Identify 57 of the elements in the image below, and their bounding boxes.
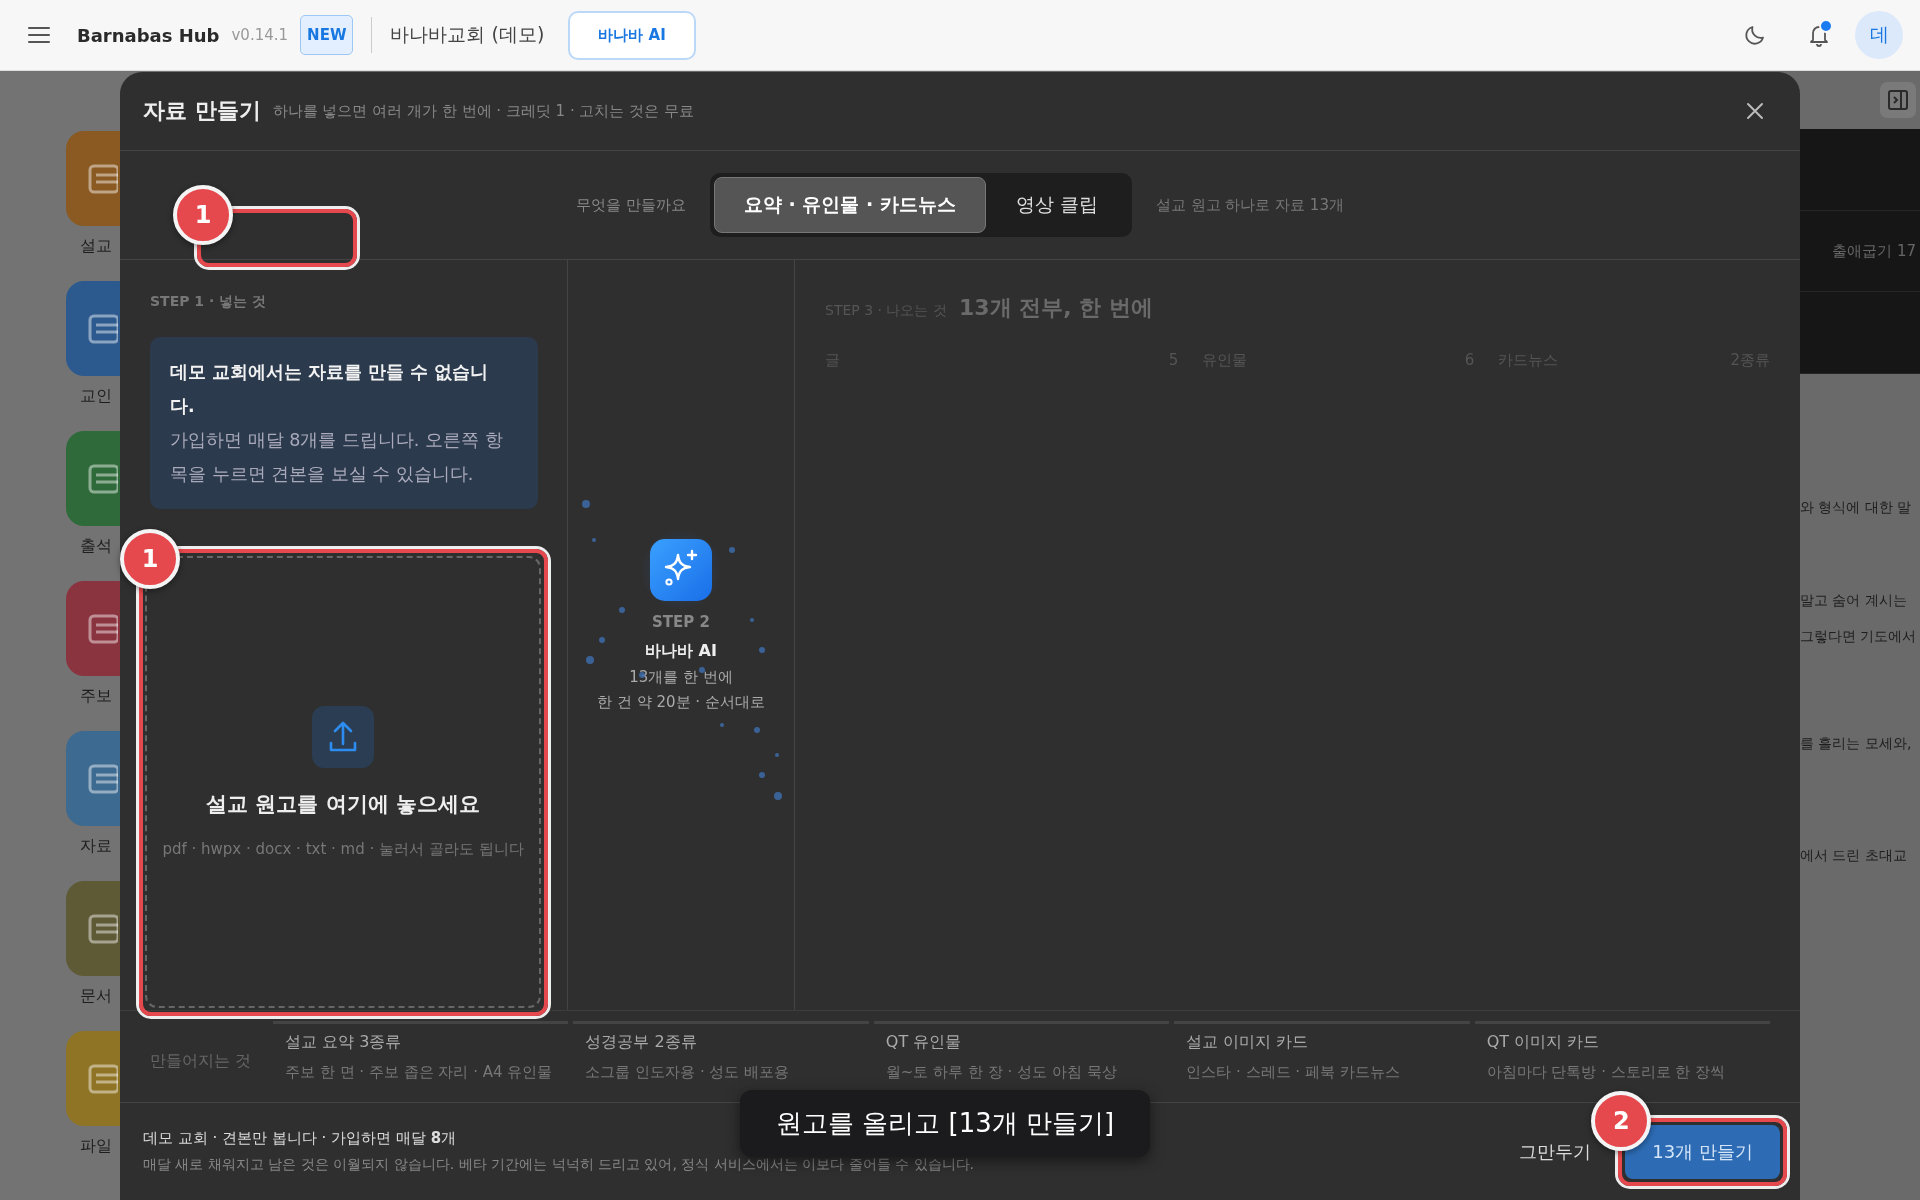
- version-label: v0.14.1: [231, 26, 289, 44]
- dialog-subtitle: 하나를 넣으면 여러 개가 한 번에 · 크레딧 1 · 고치는 것은 무료: [272, 101, 694, 121]
- app-label: 교인: [80, 386, 112, 407]
- app-label: 설교: [80, 236, 112, 257]
- product-detail: 주보 한 면 · 주보 좁은 자리 · A4 유인물: [285, 1063, 554, 1082]
- step-detail: 한 건 약 20분 · 순서대로: [597, 692, 765, 712]
- dialog-title: 자료 만들기: [143, 97, 261, 125]
- document-text: 를 흘리는 모세와,: [1800, 735, 1913, 753]
- app-label: 출석: [80, 536, 112, 557]
- drop-hint: pdf · hwpx · docx · txt · md · 눌러서 골라도 됩니다: [162, 839, 524, 859]
- footer-fine-print: 매달 새로 채워지고 남은 것은 이월되지 않습니다. 베타 기간에는 넉넉히 드리고 있어, 정식 서비스에서는 이보다 줄어들 수 있습니다.: [143, 1156, 974, 1174]
- church-name[interactable]: 바나바교회 (데모): [390, 22, 545, 48]
- footer-note: 데모 교회 · 견본만 봅니다 · 가입하면 매달 8개: [143, 1129, 458, 1148]
- step-title: 바나바 AI: [645, 640, 717, 662]
- product-title[interactable]: 설교 요약 3종류: [285, 1032, 569, 1053]
- ai-button[interactable]: 바나바 AI: [568, 10, 696, 60]
- document-text: 에서 드린 초대교: [1800, 847, 1908, 865]
- passage-label: 출애굽기 17: [1832, 241, 1916, 261]
- step-badge: 1: [120, 529, 180, 589]
- app-label: 문서: [80, 986, 112, 1007]
- upload-icon: [312, 705, 374, 768]
- mode-tab[interactable]: 요약 · 유인물 · 카드뉴스: [713, 177, 986, 233]
- step-badge: 1: [173, 185, 233, 245]
- menu-icon[interactable]: [28, 26, 50, 44]
- app-name: Barnabas Hub: [77, 24, 220, 46]
- product-title[interactable]: QT 유인물: [885, 1032, 1170, 1053]
- mode-label: 무엇을 만들까요: [576, 195, 686, 215]
- product-detail: 인스타 · 스레드 · 페북 카드뉴스: [1186, 1063, 1401, 1082]
- document-text: 와 형식에 대한 말: [1800, 499, 1913, 517]
- app-label: 파일: [80, 1136, 112, 1157]
- tooltip: 원고를 올리고 [13개 만들기]: [740, 1090, 1151, 1157]
- product-detail: 아침마다 단톡방 · 스토리로 한 장씩: [1486, 1063, 1727, 1082]
- close-icon[interactable]: [1745, 101, 1765, 121]
- drop-title: 설교 원고를 여기에 놓으세요: [206, 790, 480, 818]
- notice-title: 데모 교회에서는 자료를 만들 수 없습니다.: [170, 361, 490, 418]
- product-detail: 월~토 하루 한 장 · 성도 아침 묵상: [885, 1063, 1118, 1082]
- app-label: 주보: [80, 686, 112, 707]
- document-text: 그렇다면 기도에서: [1800, 628, 1918, 646]
- step-label: STEP 1 · 넣는 것: [150, 293, 267, 311]
- notice-text: 가입하면 매달 8개를 드립니다. 오른쪽 항목을 누르면 견본을 보실 수 있습니다.: [170, 429, 504, 486]
- step-title: 13개 전부, 한 번에: [958, 294, 1153, 322]
- app-label: 자료: [80, 836, 112, 857]
- moon-icon[interactable]: [1743, 23, 1767, 47]
- step-detail: 13개를 한 번에: [629, 667, 733, 687]
- mode-tab[interactable]: 영상 클립: [985, 177, 1128, 233]
- document-text: 말고 숨어 계시는: [1800, 592, 1908, 610]
- sparkle-icon: [650, 538, 712, 601]
- step-label: STEP 2: [652, 612, 710, 631]
- product-title[interactable]: QT 이미지 카드: [1486, 1032, 1771, 1053]
- panel-toggle-icon[interactable]: [1880, 82, 1916, 118]
- product-title[interactable]: 설교 이미지 카드: [1186, 1032, 1470, 1053]
- avatar[interactable]: 데: [1855, 11, 1903, 59]
- step-badge: 2: [1591, 1090, 1652, 1151]
- product-detail: 소그룹 인도자용 · 성도 배포용: [585, 1063, 791, 1082]
- mode-note: 설교 원고 하나로 자료 13개: [1155, 195, 1344, 215]
- new-badge: NEW: [300, 15, 354, 55]
- product-title[interactable]: 성경공부 2종류: [585, 1032, 869, 1053]
